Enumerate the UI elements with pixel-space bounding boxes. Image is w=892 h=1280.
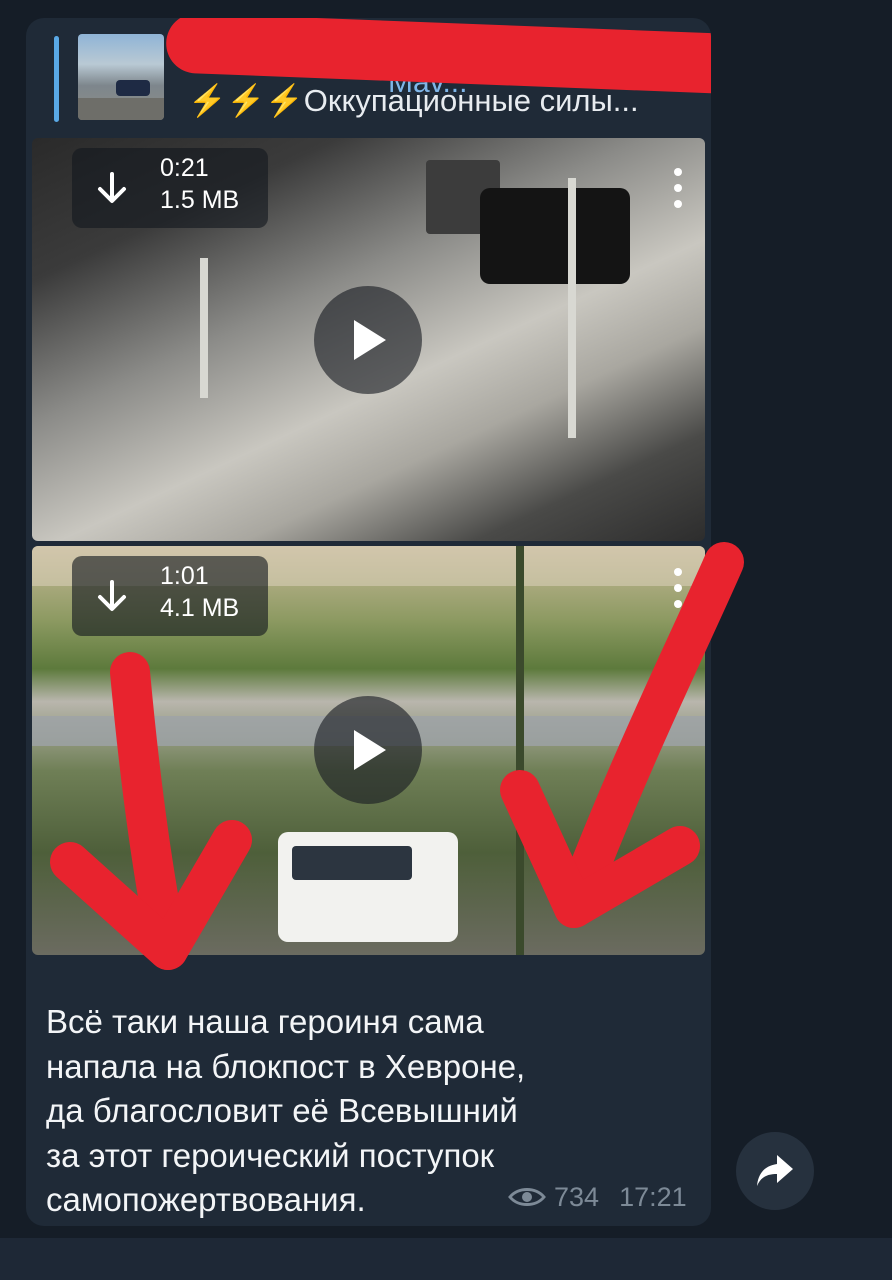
reply-accent-bar: [54, 36, 59, 122]
video-attachment-2[interactable]: 1:01 4.1 MB: [32, 546, 705, 955]
video-duration: 1:01: [160, 562, 209, 590]
video-file-size: 4.1 MB: [160, 594, 240, 622]
chat-screen: Mav... ⚡⚡⚡Оккупационные силы... 0:21 1.5…: [0, 0, 892, 1280]
message-line: Всё таки наша героиня сама: [46, 1003, 484, 1040]
message-line: да благословит её Всевышний: [46, 1092, 518, 1129]
message-meta: 734 17:21: [508, 1180, 687, 1214]
message-line: напала на блокпост в Хевроне,: [46, 1047, 526, 1085]
bottom-bar: [0, 1238, 892, 1280]
play-button[interactable]: [314, 286, 422, 394]
more-vertical-icon[interactable]: [668, 568, 688, 614]
message-time: 17:21: [619, 1181, 687, 1212]
play-icon: [354, 730, 386, 770]
video-info-badge[interactable]: 0:21 1.5 MB: [72, 148, 268, 228]
video-info-badge[interactable]: 1:01 4.1 MB: [72, 556, 268, 636]
video-attachment-1[interactable]: 0:21 1.5 MB: [32, 138, 705, 541]
download-icon[interactable]: [94, 576, 130, 616]
play-icon: [354, 320, 386, 360]
more-vertical-icon[interactable]: [668, 168, 688, 214]
share-button[interactable]: [736, 1132, 814, 1210]
share-icon: [757, 1155, 793, 1186]
video-duration: 0:21: [160, 154, 209, 182]
download-icon[interactable]: [94, 168, 130, 208]
video-file-size: 1.5 MB: [160, 186, 240, 214]
message-bubble[interactable]: Mav... ⚡⚡⚡Оккупационные силы... 0:21 1.5…: [26, 18, 711, 1226]
view-count: 734: [554, 1181, 600, 1212]
eye-icon: [508, 1188, 546, 1206]
message-line: за этот героический поступок: [46, 1136, 495, 1174]
reply-thumbnail: [78, 34, 164, 120]
play-button[interactable]: [314, 696, 422, 804]
